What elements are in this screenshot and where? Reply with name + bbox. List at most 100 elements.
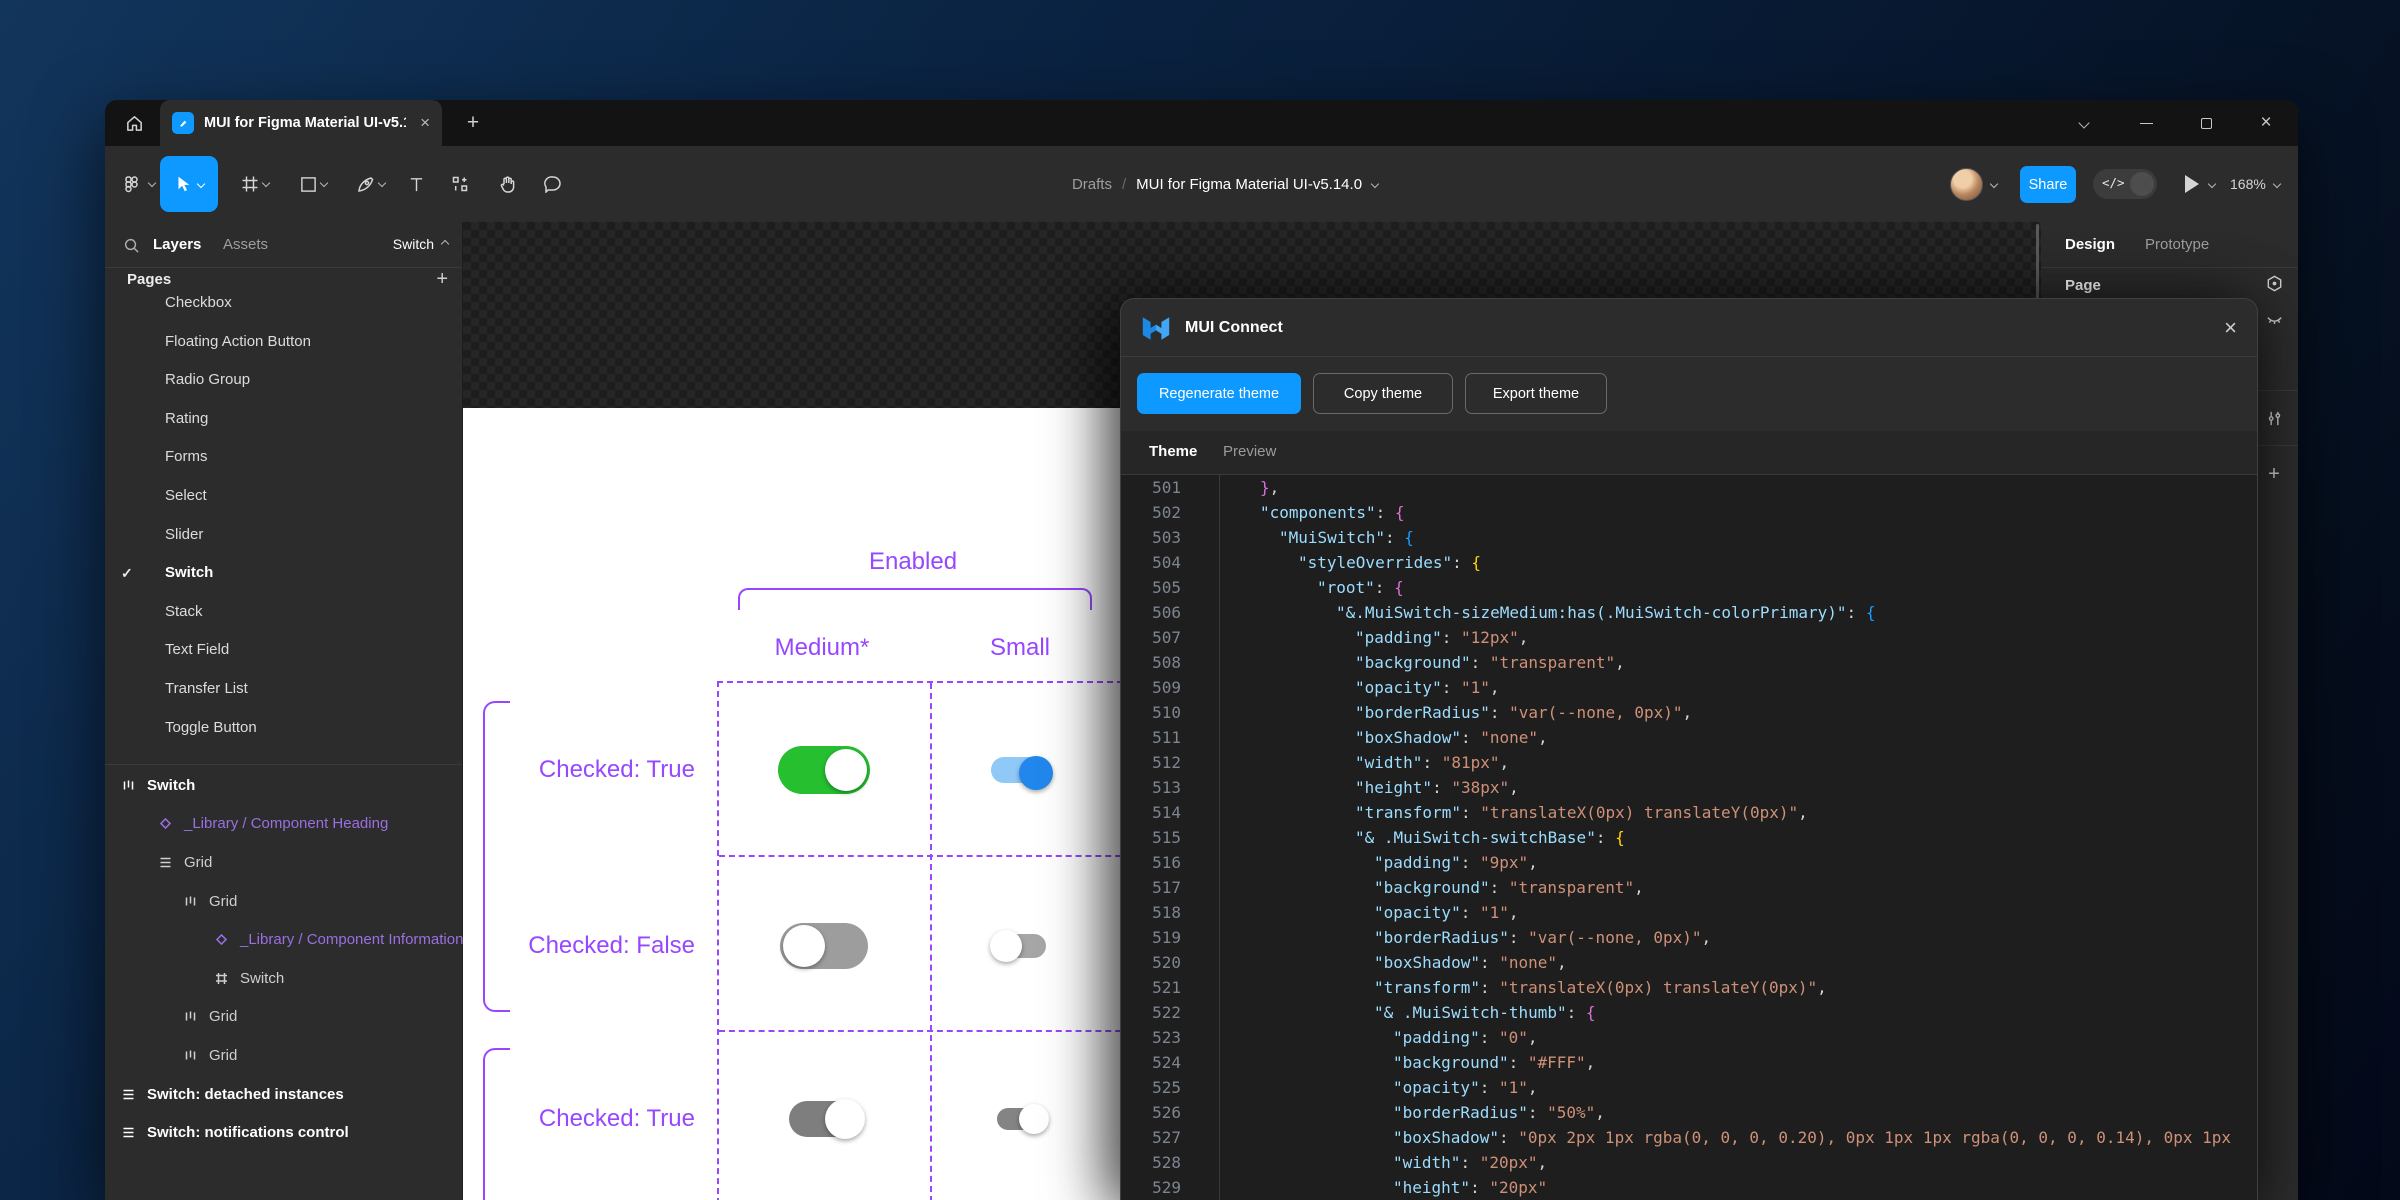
page-item[interactable]: Select (105, 477, 462, 516)
new-tab-button[interactable]: + (453, 100, 493, 146)
comment-tool-button[interactable] (538, 169, 568, 199)
dev-mode-icon: </> (2102, 175, 2125, 190)
layer-item-label: Switch (147, 777, 195, 794)
play-icon (2185, 175, 2199, 193)
export-theme-button[interactable]: Export theme (1465, 373, 1607, 414)
present-chevron-icon[interactable] (2208, 180, 2216, 188)
tab-assets[interactable]: Assets (223, 236, 268, 253)
layer-item[interactable]: Switch (105, 766, 462, 805)
layer-item[interactable]: Grid (105, 998, 462, 1037)
page-item-label: Floating Action Button (165, 333, 311, 350)
switch-thumb[interactable] (1019, 1104, 1049, 1134)
columns-icon (182, 1008, 199, 1025)
main-menu-button[interactable] (117, 169, 147, 199)
minimize-icon (2140, 123, 2153, 124)
layer-item[interactable]: Switch (105, 959, 462, 998)
window-close-button[interactable]: × (2251, 100, 2281, 146)
tab-close-icon[interactable]: × (420, 113, 430, 133)
text-tool-button[interactable] (401, 169, 431, 199)
component-set-icon (120, 777, 137, 794)
shape-tool-button[interactable] (293, 169, 323, 199)
page-item[interactable]: Radio Group (105, 361, 462, 400)
page-item-label: Select (165, 487, 207, 504)
tab-design[interactable]: Design (2065, 236, 2115, 253)
line-number: 518 (1121, 900, 1181, 925)
code-line: 515"& .MuiSwitch-switchBase": { (1121, 825, 2257, 850)
line-number: 523 (1121, 1025, 1181, 1050)
share-button[interactable]: Share (2020, 166, 2076, 203)
account-chevron-icon[interactable] (1990, 180, 1998, 188)
page-item[interactable]: ✓Switch (105, 554, 462, 593)
page-item-label: Text Field (165, 641, 229, 658)
main-menu-chevron-icon[interactable] (148, 179, 156, 187)
pen-tool-button[interactable] (351, 169, 381, 199)
page-item[interactable]: Forms (105, 438, 462, 477)
file-tab[interactable]: MUI for Figma Material UI-v5.14.0 × (160, 100, 442, 146)
tab-layers[interactable]: Layers (153, 236, 201, 253)
breadcrumb-drafts[interactable]: Drafts (1072, 176, 1112, 193)
switch-thumb[interactable] (825, 1099, 865, 1139)
tab-theme[interactable]: Theme (1149, 443, 1197, 460)
copy-theme-button[interactable]: Copy theme (1313, 373, 1453, 414)
rows-icon (120, 1124, 137, 1141)
layer-item[interactable]: Grid (105, 882, 462, 921)
account-menu[interactable] (1950, 162, 1997, 206)
zoom-menu[interactable]: 168% (2230, 169, 2280, 199)
page-color-style-icon[interactable] (2263, 272, 2285, 294)
layer-item[interactable]: _Library / Component Information (105, 920, 462, 959)
window-menu-button[interactable] (2069, 100, 2099, 146)
layer-item-label: _Library / Component Heading (184, 815, 388, 832)
chevron-up-icon (441, 240, 449, 248)
hand-icon (499, 175, 517, 193)
switch-thumb[interactable] (1019, 756, 1053, 790)
regenerate-theme-button[interactable]: Regenerate theme (1137, 373, 1301, 414)
breadcrumb-file-name[interactable]: MUI for Figma Material UI-v5.14.0 (1136, 176, 1362, 193)
page-item[interactable]: Stack (105, 593, 462, 632)
move-tool-button[interactable] (160, 156, 218, 212)
tab-preview[interactable]: Preview (1223, 443, 1276, 460)
rectangle-icon (300, 176, 317, 193)
grid-row-divider (719, 855, 1141, 857)
search-icon[interactable] (123, 237, 140, 254)
switch-thumb[interactable] (783, 925, 825, 967)
layer-item-label: Switch: detached instances (147, 1086, 344, 1103)
code-line: 522"& .MuiSwitch-thumb": { (1121, 1000, 2257, 1025)
layer-item[interactable]: Grid (105, 843, 462, 882)
add-section-button[interactable]: + (2263, 463, 2285, 485)
breadcrumb-chevron-icon[interactable] (1371, 180, 1379, 188)
grid-row-divider (719, 1030, 1141, 1032)
switch-thumb[interactable] (825, 749, 867, 791)
layer-item[interactable]: _Library / Component Heading (105, 805, 462, 844)
eye-closed-icon[interactable] (2263, 308, 2285, 330)
window-maximize-button[interactable] (2191, 100, 2221, 146)
code-line: 527"boxShadow": "0px 2px 1px rgba(0, 0, … (1121, 1125, 2257, 1150)
code-line: 526"borderRadius": "50%", (1121, 1100, 2257, 1125)
zoom-chevron-icon[interactable] (2273, 180, 2281, 188)
page-item[interactable]: Toggle Button (105, 709, 462, 748)
layer-item[interactable]: Switch: detached instances (105, 1075, 462, 1114)
page-item[interactable]: Floating Action Button (105, 323, 462, 362)
file-favicon-icon (172, 112, 194, 134)
hand-tool-button[interactable] (493, 169, 523, 199)
selection-chip[interactable]: Switch (393, 236, 448, 252)
page-item[interactable]: Checkbox (105, 284, 462, 323)
page-item[interactable]: Transfer List (105, 670, 462, 709)
adjust-sliders-icon[interactable] (2263, 407, 2285, 429)
frame-tool-button[interactable] (235, 169, 265, 199)
move-tool-chevron-icon[interactable] (197, 180, 205, 188)
actions-tool-button[interactable] (445, 169, 475, 199)
page-item[interactable]: Slider (105, 516, 462, 555)
code-area[interactable]: 501},502"components": {503"MuiSwitch": {… (1121, 475, 2257, 1200)
present-button[interactable] (2185, 169, 2215, 199)
canvas-left-bracket-2 (483, 1048, 510, 1200)
dialog-close-icon[interactable]: × (2224, 315, 2237, 341)
switch-thumb[interactable] (990, 930, 1022, 962)
layer-item[interactable]: Grid (105, 1036, 462, 1075)
home-button[interactable] (111, 100, 157, 146)
tab-prototype[interactable]: Prototype (2145, 236, 2209, 253)
window-minimize-button[interactable] (2131, 100, 2161, 146)
page-item[interactable]: Rating (105, 400, 462, 439)
page-item[interactable]: Text Field (105, 631, 462, 670)
layer-item[interactable]: Switch: notifications control (105, 1113, 462, 1152)
dev-mode-toggle[interactable]: </> (2093, 169, 2157, 199)
